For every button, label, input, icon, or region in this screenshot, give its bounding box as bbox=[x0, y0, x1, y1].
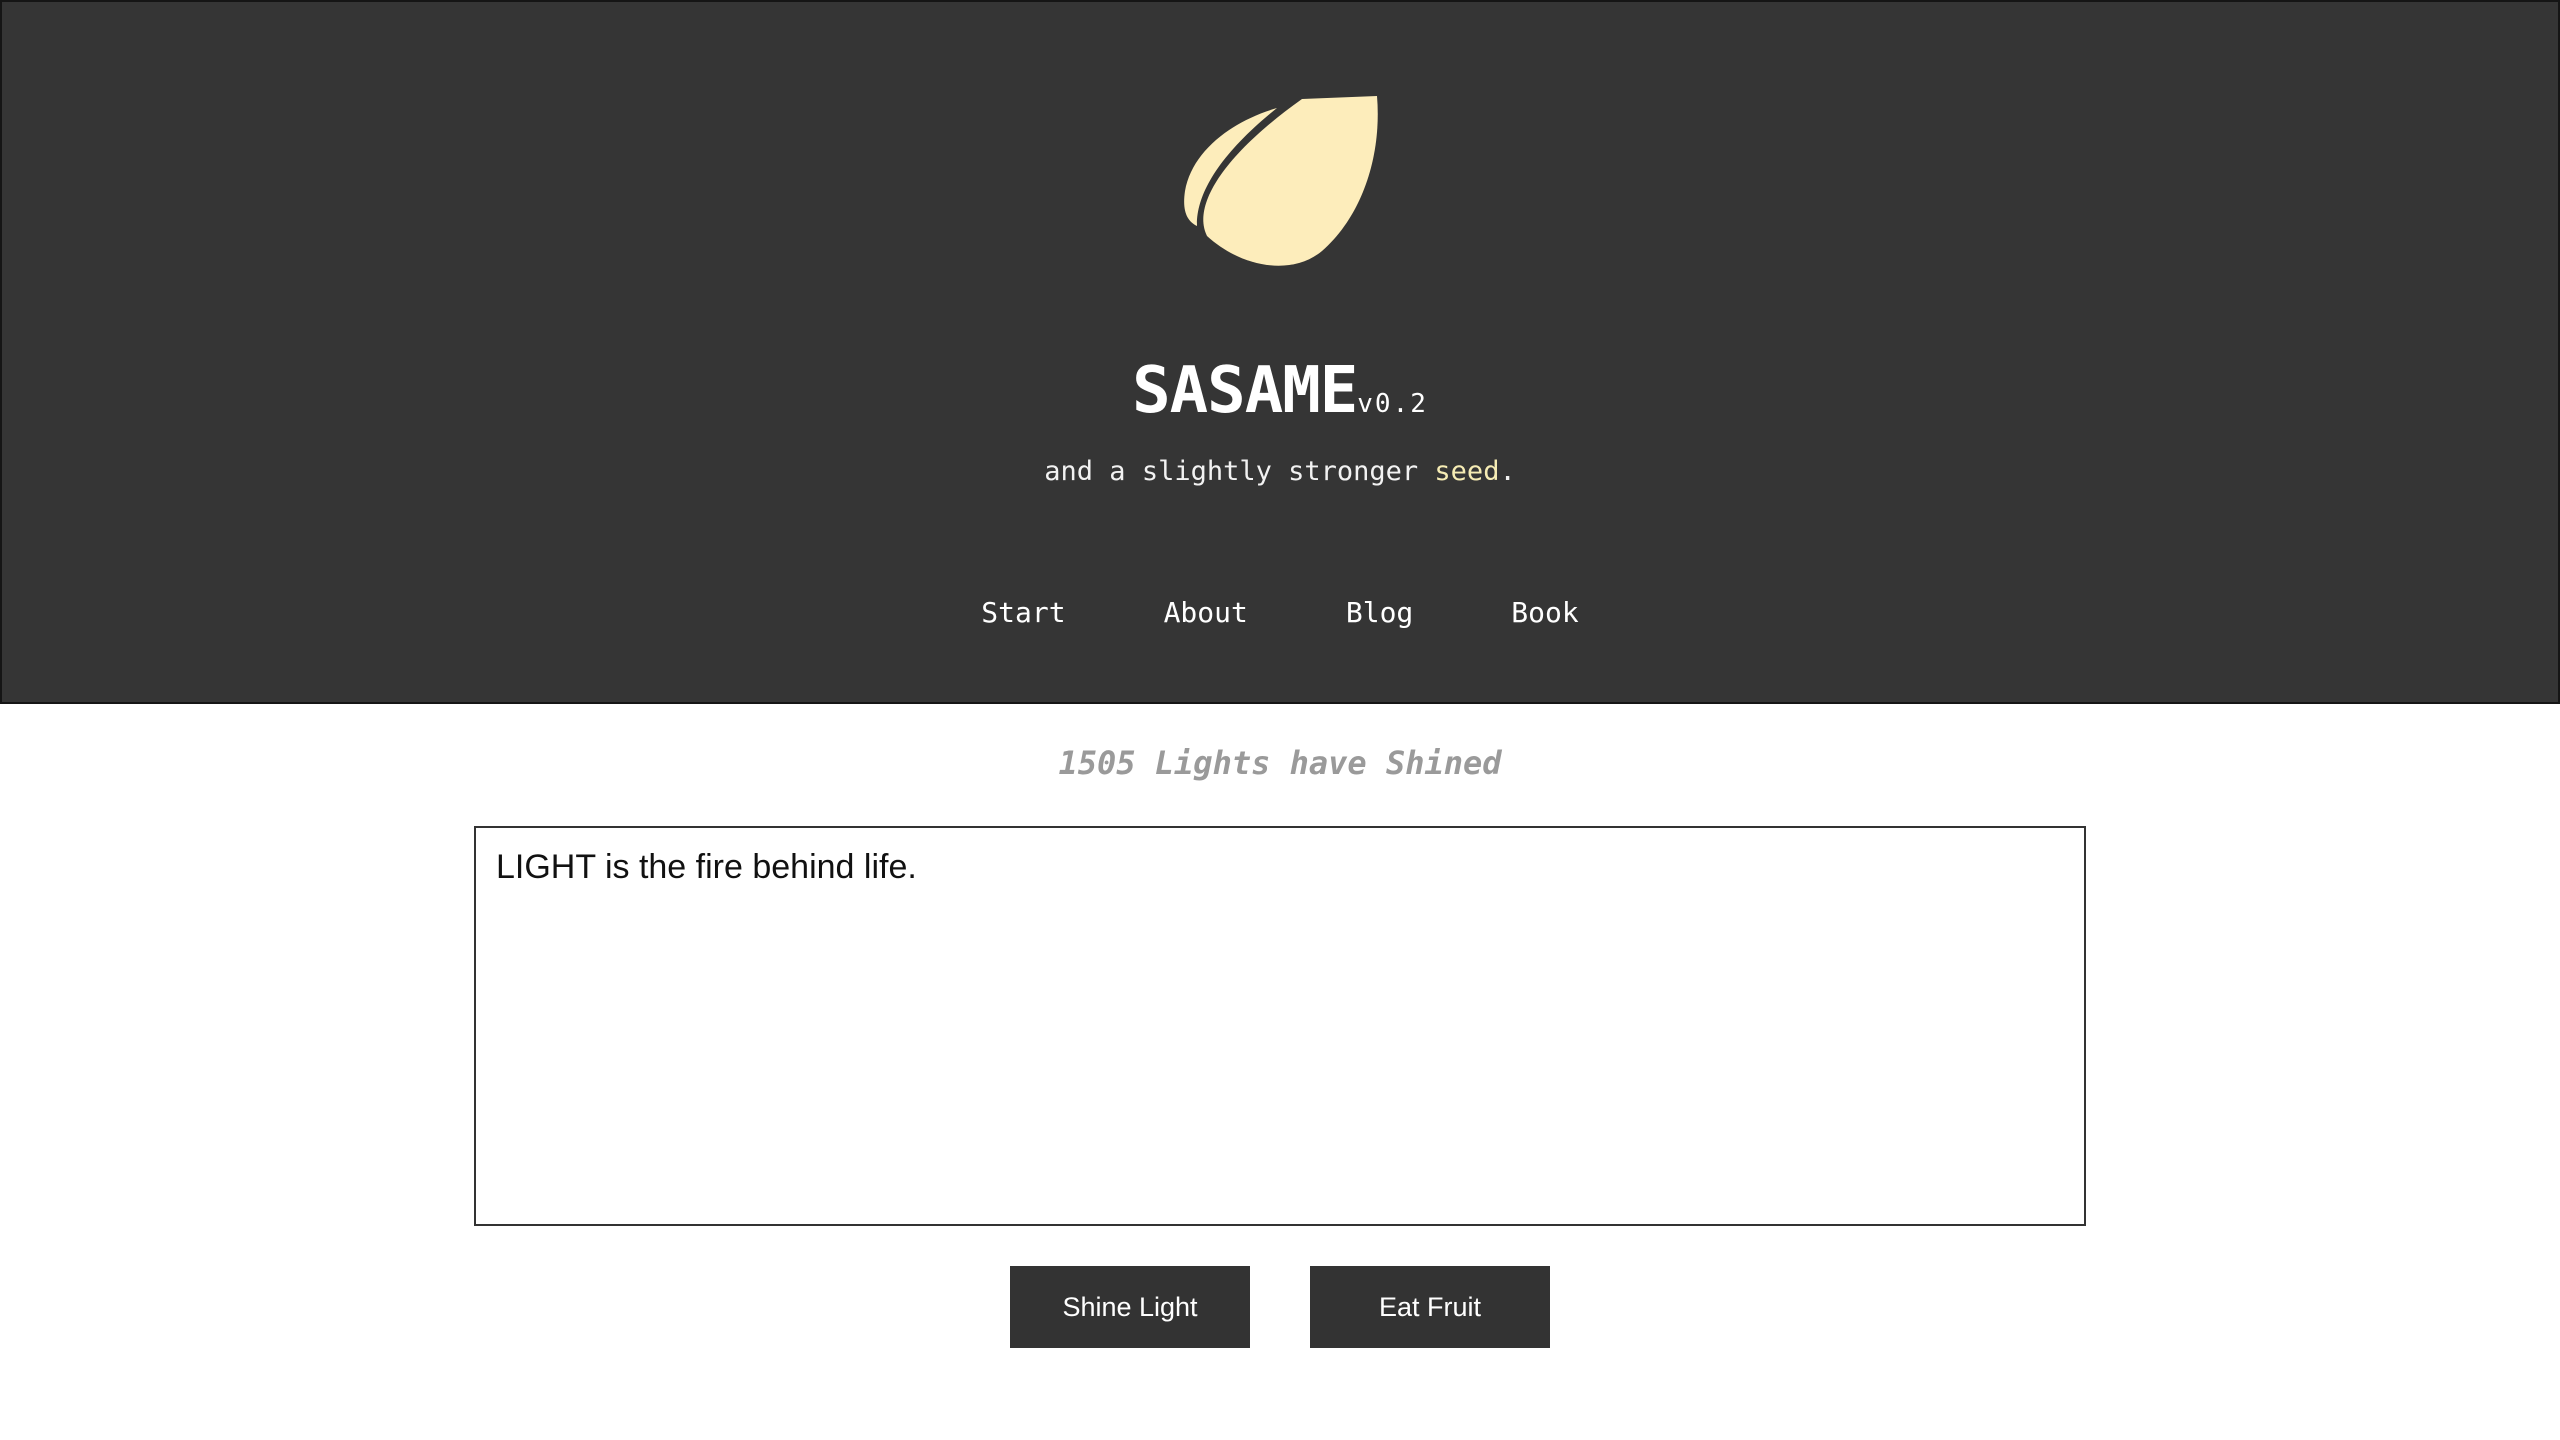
site-title-row: SASAMEv0.2 bbox=[2, 354, 2558, 428]
nav-start-link[interactable]: Start bbox=[932, 596, 1114, 629]
shine-light-button[interactable]: Shine Light bbox=[1010, 1266, 1250, 1348]
tagline: and a slightly stronger seed. bbox=[2, 456, 2558, 487]
nav-book-link[interactable]: Book bbox=[1462, 596, 1627, 629]
nav-about-link[interactable]: About bbox=[1115, 596, 1297, 629]
lights-counter: 1505 Lights have Shined bbox=[1058, 744, 1502, 782]
seed-leaf-icon bbox=[1184, 96, 1378, 266]
version-label: v0.2 bbox=[1357, 389, 1428, 419]
main-nav: Start About Blog Book bbox=[2, 596, 2558, 629]
eat-fruit-button[interactable]: Eat Fruit bbox=[1310, 1266, 1550, 1348]
tagline-prefix: and a slightly stronger bbox=[1044, 456, 1435, 487]
nav-blog-link[interactable]: Blog bbox=[1297, 596, 1462, 629]
tagline-suffix: . bbox=[1499, 456, 1516, 487]
light-textarea[interactable]: LIGHT is the fire behind life. bbox=[474, 826, 2086, 1226]
site-title: SASAME bbox=[1132, 354, 1358, 428]
tagline-highlight: seed bbox=[1434, 456, 1500, 487]
site-header: SASAMEv0.2 and a slightly stronger seed.… bbox=[0, 0, 2560, 704]
